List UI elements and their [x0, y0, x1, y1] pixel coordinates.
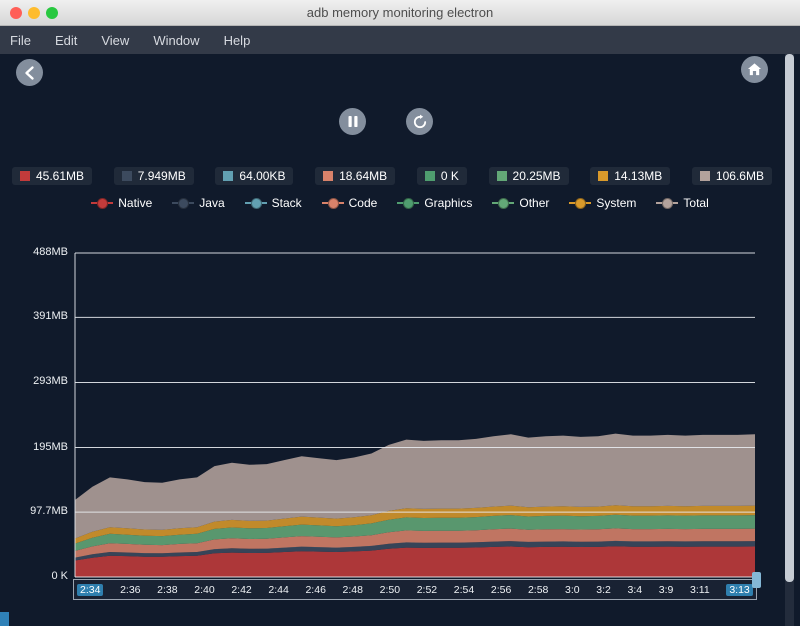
window-title: adb memory monitoring electron: [0, 5, 800, 20]
legend-series-marker-icon: [569, 197, 591, 209]
y-axis-tick-label: 293MB: [12, 375, 68, 387]
legend-color-swatch: [700, 171, 710, 181]
legend-series-marker-icon: [397, 197, 419, 209]
legend-series-item[interactable]: Total: [656, 196, 708, 210]
brush-handle-left[interactable]: [0, 612, 9, 626]
legend-value-label: 18.64MB: [339, 169, 387, 183]
legend-series-marker-icon: [245, 197, 267, 209]
legend-color-swatch: [497, 171, 507, 181]
legend-series-label: Other: [519, 196, 549, 210]
brush-handle-right[interactable]: [752, 572, 761, 588]
legend-value-item[interactable]: 7.949MB: [114, 167, 194, 185]
legend-series-label: Code: [349, 196, 378, 210]
legend-series-label: Java: [199, 196, 224, 210]
arrow-left-icon: [22, 65, 38, 81]
time-tick-label: 3:11: [690, 584, 710, 596]
time-axis-brush[interactable]: 2:34 2:36 2:38 2:40 2:42 2:44 2:46 2:48 2:50 2:52…: [73, 579, 757, 600]
legend-value-label: 7.949MB: [138, 169, 186, 183]
legend-value-item[interactable]: 20.25MB: [489, 167, 569, 185]
legend-series-marker-icon: [656, 197, 678, 209]
time-tick-label: 2:52: [417, 584, 437, 596]
legend-series-marker-icon: [172, 197, 194, 209]
pause-button[interactable]: [339, 108, 366, 135]
time-tick-label: 2:40: [194, 584, 214, 596]
brush-edge-label[interactable]: 3:13: [726, 584, 752, 596]
legend-value-item[interactable]: 0 K: [417, 167, 467, 185]
legend-color-swatch: [223, 171, 233, 181]
time-tick-label: 2:54: [454, 584, 474, 596]
time-tick-label: 3:4: [628, 584, 643, 596]
legend-color-swatch: [122, 171, 132, 181]
legend-series-item[interactable]: Code: [322, 196, 378, 210]
titlebar: adb memory monitoring electron: [0, 0, 800, 26]
time-tick-label: 3:0: [565, 584, 580, 596]
legend-value-label: 64.00KB: [239, 169, 285, 183]
stacked-area-chart[interactable]: [74, 252, 756, 578]
legend-value-item[interactable]: 64.00KB: [215, 167, 293, 185]
legend-value-label: 14.13MB: [614, 169, 662, 183]
legend-color-swatch: [598, 171, 608, 181]
legend-series-item[interactable]: Native: [91, 196, 152, 210]
scrollbar-thumb[interactable]: [785, 54, 794, 582]
time-tick-label: 2:58: [528, 584, 548, 596]
legend-value-item[interactable]: 18.64MB: [315, 167, 395, 185]
menubar: File Edit View Window Help: [0, 26, 800, 54]
legend-series-item[interactable]: Graphics: [397, 196, 472, 210]
legend-series-label: System: [596, 196, 636, 210]
time-tick-label: 2:46: [305, 584, 325, 596]
legend-value-item[interactable]: 45.61MB: [12, 167, 92, 185]
time-tick-label: 3:9: [659, 584, 674, 596]
back-button[interactable]: [16, 59, 43, 86]
legend-value-label: 20.25MB: [513, 169, 561, 183]
legend-series-marker-icon: [492, 197, 514, 209]
time-tick-label: 2:50: [380, 584, 400, 596]
legend-series-marker-icon: [322, 197, 344, 209]
legend-series-label: Total: [683, 196, 708, 210]
legend-series-row: Native Java Stack Code Graphics Other System To…: [0, 196, 800, 210]
y-axis-tick-label: 195MB: [12, 441, 68, 453]
reload-icon: [412, 114, 428, 130]
legend-series-item[interactable]: System: [569, 196, 636, 210]
menu-item-window[interactable]: Window: [153, 33, 199, 48]
legend-value-item[interactable]: 106.6MB: [692, 167, 772, 185]
legend-value-label: 0 K: [441, 169, 459, 183]
home-icon: [747, 62, 762, 77]
brush-edge-label[interactable]: 2:34: [77, 584, 103, 596]
legend-series-item[interactable]: Stack: [245, 196, 302, 210]
menu-item-help[interactable]: Help: [224, 33, 251, 48]
menu-item-file[interactable]: File: [10, 33, 31, 48]
legend-series-item[interactable]: Java: [172, 196, 224, 210]
reload-button[interactable]: [406, 108, 433, 135]
time-tick-label: 2:56: [491, 584, 511, 596]
legend-value-label: 106.6MB: [716, 169, 764, 183]
home-button[interactable]: [741, 56, 768, 83]
time-tick-label: 2:36: [120, 584, 140, 596]
legend-series-label: Stack: [272, 196, 302, 210]
pause-icon: [347, 115, 359, 128]
legend-color-swatch: [425, 171, 435, 181]
legend-color-swatch: [20, 171, 30, 181]
legend-series-item[interactable]: Other: [492, 196, 549, 210]
legend-series-label: Graphics: [424, 196, 472, 210]
legend-color-swatch: [323, 171, 333, 181]
time-tick-label: 2:48: [343, 584, 363, 596]
legend-series-marker-icon: [91, 197, 113, 209]
time-tick-label: 2:44: [268, 584, 288, 596]
menu-item-edit[interactable]: Edit: [55, 33, 77, 48]
legend-values-row: 45.61MB 7.949MB 64.00KB 18.64MB 0 K 20.25MB 14…: [12, 167, 772, 185]
time-tick-label: 2:38: [157, 584, 177, 596]
y-axis-tick-label: 97.7MB: [12, 505, 68, 517]
legend-series-label: Native: [118, 196, 152, 210]
y-axis-tick-label: 0 K: [12, 570, 68, 582]
legend-value-label: 45.61MB: [36, 169, 84, 183]
time-tick-label: 2:42: [231, 584, 251, 596]
y-axis-tick-label: 488MB: [12, 246, 68, 258]
y-axis-tick-label: 391MB: [12, 310, 68, 322]
legend-value-item[interactable]: 14.13MB: [590, 167, 670, 185]
time-tick-label: 3:2: [596, 584, 611, 596]
menu-item-view[interactable]: View: [101, 33, 129, 48]
